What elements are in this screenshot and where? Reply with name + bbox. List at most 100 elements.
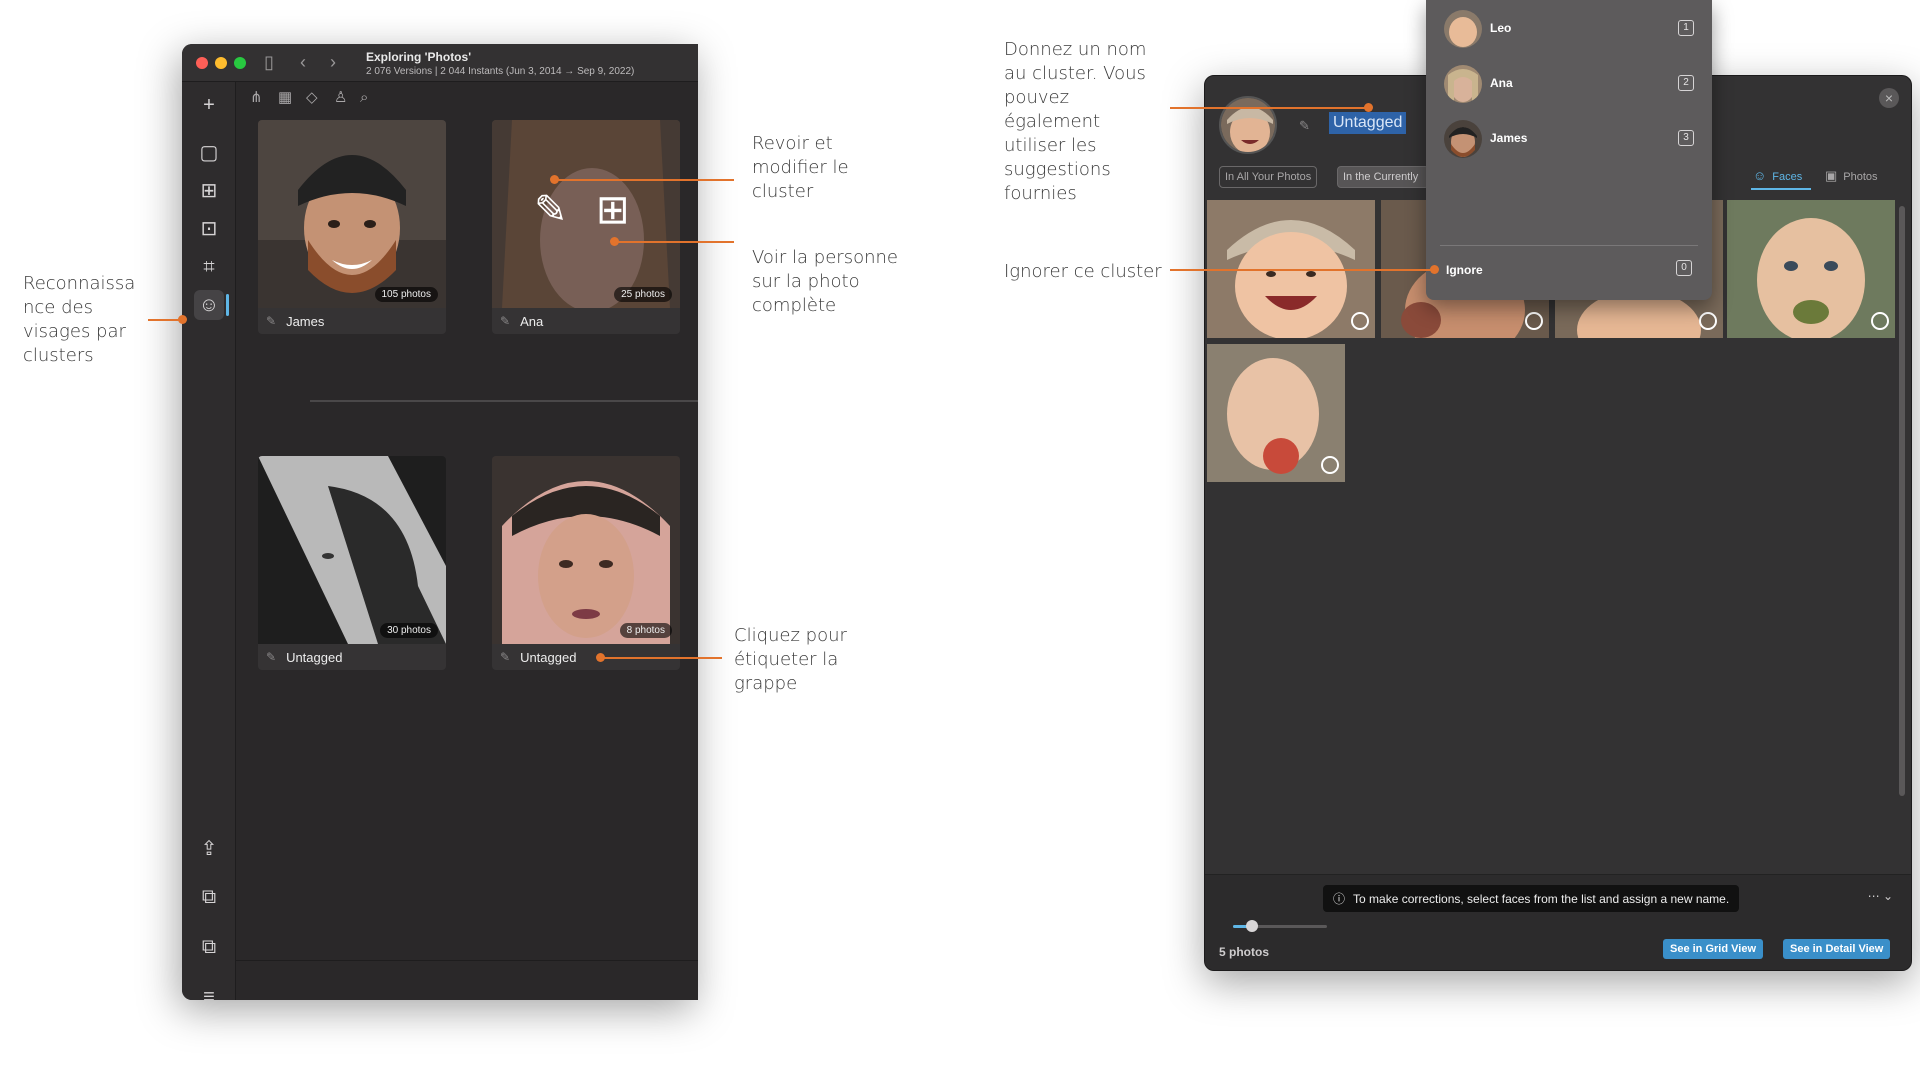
cluster-caption[interactable]: ✎ Ana (492, 308, 680, 334)
back-icon[interactable]: ‹ (300, 52, 306, 72)
see-in-grid-view-button[interactable]: See in Grid View (1663, 939, 1763, 959)
suggestion-item-james[interactable]: James 3 (1444, 116, 1694, 160)
photo-settings-icon[interactable]: ⧉ (194, 882, 224, 912)
info-icon: ⓘ (1333, 892, 1346, 906)
close-button[interactable]: × (1879, 88, 1899, 108)
suggestion-item-leo[interactable]: Leo 1 (1444, 6, 1694, 50)
share-icon[interactable]: ⇪ (194, 834, 224, 864)
grid-view-icon[interactable]: ⊞ (194, 176, 224, 206)
face-search-icon[interactable]: ⌕ (360, 90, 368, 106)
shortcut-key: 3 (1678, 130, 1694, 146)
cluster-photo[interactable]: 8 photos (492, 456, 680, 644)
cluster-name: Untagged (520, 649, 577, 665)
cluster-caption[interactable]: ✎ James (258, 308, 446, 334)
photo-count: 5 photos (1219, 945, 1269, 959)
cluster-card-untagged-2[interactable]: 8 photos ✎ Untagged (492, 456, 680, 670)
scrollbar[interactable] (1899, 206, 1905, 796)
ignore-option[interactable]: Ignore (1446, 263, 1483, 277)
import-icon[interactable]: ⊡ (194, 214, 224, 244)
select-ring[interactable] (1699, 312, 1717, 330)
stage: ▯ ‹ › Exploring 'Photos' 2 076 Versions … (0, 0, 1920, 1080)
photo-count-badge: 8 photos (619, 623, 672, 638)
annotation-review-edit: Revoir et modifier le cluster (752, 133, 849, 202)
edit-icon[interactable]: ✎ (266, 650, 276, 664)
annotation-click-to-tag: Cliquez pour étiqueter la grappe (734, 625, 847, 694)
see-in-detail-view-button[interactable]: See in Detail View (1783, 939, 1891, 959)
annotation-leader (148, 319, 182, 321)
face-thumbnail[interactable] (1727, 200, 1895, 338)
person-icon[interactable]: ♙ (334, 90, 347, 106)
hierarchy-icon[interactable]: ⋔ (250, 90, 263, 106)
suggestion-name: James (1490, 131, 1528, 145)
suggestion-item-ana[interactable]: Ana 2 (1444, 61, 1694, 105)
annotation-leader (1170, 107, 1370, 109)
annotation-ignore-cluster: Ignorer ce cluster (1004, 261, 1162, 282)
bottom-bar (236, 960, 698, 1000)
cluster-caption[interactable]: ✎ Untagged (258, 644, 446, 670)
hint-text: To make corrections, select faces from t… (1353, 892, 1730, 906)
calendar-icon[interactable]: ▦ (278, 90, 292, 106)
tag-icon[interactable]: ◇ (306, 90, 318, 106)
cluster-avatar (1219, 96, 1277, 154)
faces-tab-icon: ☺ (1753, 168, 1767, 183)
select-ring[interactable] (1321, 456, 1339, 474)
cluster-name-field[interactable]: Untagged (1329, 112, 1407, 134)
sidebar: + ▢ ⊞ ⊡ ⌗ ☺ ⇪ ⧉ ⧉ ≡ (182, 82, 236, 1000)
select-ring[interactable] (1351, 312, 1369, 330)
annotation-leader (1170, 269, 1436, 271)
annotation-leader (616, 241, 734, 243)
popup-separator (1440, 245, 1698, 246)
tab-indicator (1751, 188, 1811, 190)
select-ring[interactable] (1525, 312, 1543, 330)
cluster-photo[interactable]: 105 photos (258, 120, 446, 308)
photos-tab-icon: ▣ (1825, 168, 1838, 183)
tab-photos[interactable]: ▣ Photos (1825, 168, 1878, 184)
more-menu-icon[interactable]: ⋯ ⌄ (1868, 889, 1893, 903)
annotation-face-recognition: Reconnaissa nce des visages par clusters (23, 273, 136, 366)
cluster-photo[interactable]: 30 photos (258, 456, 446, 644)
scope-current[interactable]: In the Currently (1337, 166, 1429, 188)
faces-icon[interactable]: ☺ (194, 290, 224, 320)
cluster-card-james[interactable]: 105 photos ✎ James (258, 120, 446, 334)
suggestion-name: Ana (1490, 76, 1513, 90)
sidebar-toggle-icon[interactable]: ▯ (264, 52, 274, 72)
suggestion-name: Leo (1490, 21, 1512, 35)
zoom-slider-knob[interactable] (1245, 920, 1258, 932)
section-divider (310, 400, 698, 402)
select-ring[interactable] (1871, 312, 1889, 330)
annotation-dot (1430, 265, 1439, 274)
edit-icon[interactable]: ✎ (1299, 118, 1310, 134)
forward-icon[interactable]: › (330, 52, 336, 72)
annotation-dot (178, 315, 187, 324)
minimize-window-button[interactable] (215, 57, 227, 69)
scope-all-photos[interactable]: In All Your Photos (1219, 166, 1318, 188)
annotation-see-full-photo: Voir la personne sur la photo complète (752, 247, 898, 316)
edit-icon[interactable]: ✎ (266, 314, 276, 328)
tab-faces[interactable]: ☺ Faces (1753, 168, 1802, 183)
edit-cluster-icon[interactable]: ✎ (534, 190, 568, 230)
avatar (1444, 10, 1482, 48)
cluster-card-untagged-1[interactable]: 30 photos ✎ Untagged (258, 456, 446, 670)
close-window-button[interactable] (196, 57, 208, 69)
annotation-leader (556, 179, 734, 181)
full-photo-icon[interactable]: ⊞ (596, 190, 630, 230)
single-view-icon[interactable]: ▢ (194, 138, 224, 168)
add-button[interactable]: + (194, 90, 224, 120)
edit-icon[interactable]: ✎ (500, 314, 510, 328)
title-bar: ▯ ‹ › Exploring 'Photos' 2 076 Versions … (182, 44, 698, 82)
cluster-photo[interactable]: ✎ ⊞ 25 photos (492, 120, 680, 312)
annotation-dot (596, 653, 605, 662)
menu-icon[interactable]: ≡ (194, 982, 224, 1000)
filter-toolbar: ⋔ ▦ ◇ ♙ ⌕ (236, 82, 698, 116)
zoom-window-button[interactable] (234, 57, 246, 69)
tab-photos-label: Photos (1843, 171, 1878, 183)
edit-icon[interactable]: ✎ (500, 650, 510, 664)
photo-add-icon[interactable]: ⧉ (194, 932, 224, 962)
name-suggestions-popup: Leo 1 Ana 2 James 3 Ignore 0 (1426, 0, 1712, 300)
detail-footer: ⓘ To make corrections, select faces from … (1205, 874, 1911, 970)
cluster-card-ana[interactable]: ✎ ⊞ 25 photos ✎ Ana (492, 120, 680, 334)
avatar (1444, 120, 1482, 158)
shortcut-key: 1 (1678, 20, 1694, 36)
face-thumbnail[interactable] (1207, 344, 1345, 482)
map-icon[interactable]: ⌗ (194, 252, 224, 282)
